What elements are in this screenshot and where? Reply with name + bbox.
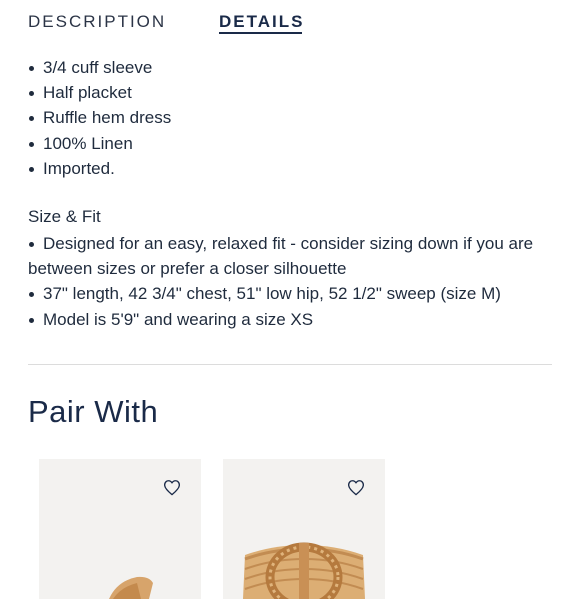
list-item: 100% Linen — [28, 131, 558, 156]
list-item: 3/4 cuff sleeve — [28, 55, 558, 80]
active-tab-underline — [219, 32, 303, 34]
product-card[interactable] — [223, 459, 385, 599]
list-item: Ruffle hem dress — [28, 105, 558, 130]
product-card[interactable] — [39, 459, 201, 599]
list-item: Model is 5'9" and wearing a size XS — [28, 307, 553, 332]
section-divider — [28, 364, 552, 365]
list-item: Designed for an easy, relaxed fit - cons… — [28, 231, 553, 281]
list-item: Imported. — [28, 156, 558, 181]
list-item: 37" length, 42 3/4" chest, 51" low hip, … — [28, 281, 553, 306]
size-fit-list: Designed for an easy, relaxed fit - cons… — [28, 231, 553, 332]
tab-description[interactable]: DESCRIPTION — [28, 12, 166, 32]
tab-details-label: DETAILS — [219, 12, 305, 31]
woven-straw-belt-buckle-image — [243, 542, 365, 599]
product-info-tabs: DESCRIPTION DETAILS — [28, 12, 552, 36]
list-item: Half placket — [28, 80, 558, 105]
tab-details[interactable]: DETAILS — [219, 12, 305, 34]
pair-with-heading: Pair With — [28, 394, 159, 429]
woven-straw-belt-image — [109, 576, 153, 599]
details-list: 3/4 cuff sleeve Half placket Ruffle hem … — [28, 55, 558, 181]
size-fit-heading: Size & Fit — [28, 207, 101, 226]
